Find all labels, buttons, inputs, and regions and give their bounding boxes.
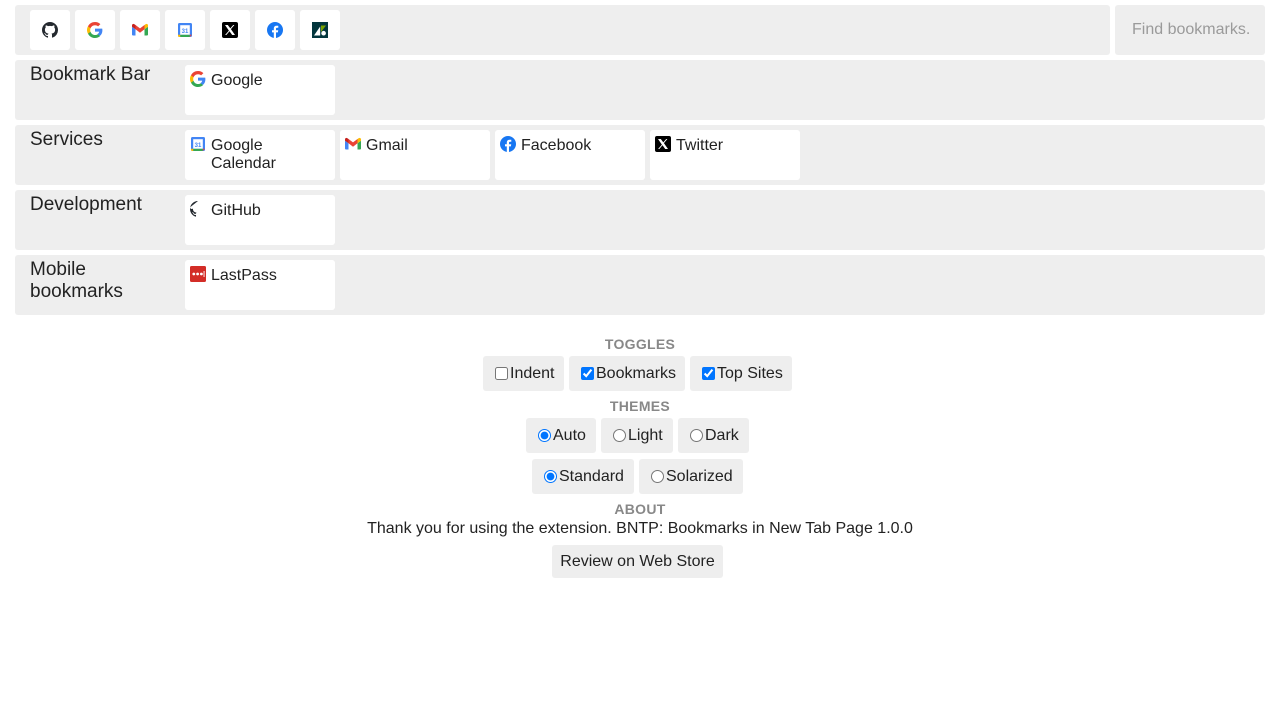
toggle-indent[interactable]: Indent (483, 356, 564, 391)
github-icon (190, 201, 206, 217)
toggle-label: Indent (510, 364, 555, 382)
top-site-github[interactable] (30, 10, 70, 50)
gmail-icon (132, 23, 148, 36)
folder-title: Bookmark Bar (30, 64, 151, 85)
dark-radio[interactable] (690, 429, 703, 442)
bookmark-label: Google Calendar (211, 137, 276, 172)
bookmark-google[interactable]: Google (185, 65, 335, 115)
folder-bookmark-bar: Bookmark Bar Google (15, 60, 1265, 120)
top-sites-checkbox[interactable] (702, 367, 715, 380)
solarized-radio[interactable] (651, 470, 664, 483)
palette-label: Standard (559, 467, 624, 485)
theme-light[interactable]: Light (601, 418, 673, 453)
folder-development: Development GitHub (15, 190, 1265, 250)
folder-title: Mobile bookmarks (30, 259, 123, 302)
top-site-google[interactable] (75, 10, 115, 50)
google-calendar-icon: 31 (178, 23, 192, 37)
search-input[interactable] (1115, 5, 1265, 55)
standard-radio[interactable] (544, 470, 557, 483)
top-site-zendesk[interactable] (300, 10, 340, 50)
bookmark-label: Twitter (676, 137, 724, 154)
theme-label: Auto (553, 426, 586, 444)
palette-solarized[interactable]: Solarized (639, 459, 743, 494)
folder-title: Development (30, 194, 142, 215)
google-calendar-icon: 31 (190, 136, 206, 152)
theme-auto[interactable]: Auto (526, 418, 596, 453)
top-site-facebook[interactable] (255, 10, 295, 50)
svg-text:31: 31 (195, 143, 202, 149)
indent-checkbox[interactable] (495, 367, 508, 380)
theme-label: Light (628, 426, 663, 444)
palette-standard[interactable]: Standard (532, 459, 634, 494)
bookmark-gmail[interactable]: Gmail (340, 130, 490, 180)
theme-dark[interactable]: Dark (678, 418, 749, 453)
bookmark-facebook[interactable]: Facebook (495, 130, 645, 180)
bookmark-label: Gmail (366, 137, 408, 154)
github-icon (42, 22, 58, 38)
google-icon (87, 22, 103, 38)
bookmark-twitter[interactable]: Twitter (650, 130, 800, 180)
toggle-top-sites[interactable]: Top Sites (690, 356, 792, 391)
toggle-bookmarks[interactable]: Bookmarks (569, 356, 685, 391)
zendesk-icon (312, 22, 328, 38)
x-twitter-icon (655, 136, 671, 152)
bookmark-label: GitHub (211, 202, 261, 219)
toggles-heading: TOGGLES (604, 336, 676, 352)
bookmark-github[interactable]: GitHub (185, 195, 335, 245)
x-twitter-icon (222, 22, 238, 38)
auto-radio[interactable] (538, 429, 551, 442)
top-sites-bar: 31 (15, 5, 1110, 55)
light-radio[interactable] (613, 429, 626, 442)
bookmark-label: Google (211, 72, 263, 89)
bookmark-lastpass[interactable]: LastPass (185, 260, 335, 310)
themes-heading: THEMES (609, 398, 671, 414)
folder-mobile-bookmarks: Mobile bookmarks LastPass (15, 255, 1265, 315)
toggle-label: Top Sites (717, 364, 783, 382)
top-site-google-calendar[interactable]: 31 (165, 10, 205, 50)
lastpass-icon (190, 266, 206, 282)
google-icon (190, 71, 206, 87)
top-site-gmail[interactable] (120, 10, 160, 50)
gmail-icon (345, 136, 361, 152)
about-heading: ABOUT (614, 501, 666, 517)
theme-label: Dark (705, 426, 739, 444)
folder-title: Services (30, 129, 103, 150)
facebook-icon (267, 22, 283, 38)
bookmark-label: LastPass (211, 267, 277, 284)
bookmark-google-calendar[interactable]: 31 Google Calendar (185, 130, 335, 180)
svg-text:31: 31 (182, 29, 189, 35)
bookmark-label: Facebook (521, 137, 592, 154)
facebook-icon (500, 136, 516, 152)
review-button[interactable]: Review on Web Store (552, 545, 723, 578)
toggle-label: Bookmarks (596, 364, 677, 382)
palette-label: Solarized (666, 467, 733, 485)
folder-services: Services 31 Google Calendar Gmail Facebo… (15, 125, 1265, 185)
about-text: Thank you for using the extension. BNTP:… (367, 520, 913, 537)
bookmarks-checkbox[interactable] (581, 367, 594, 380)
top-site-twitter[interactable] (210, 10, 250, 50)
